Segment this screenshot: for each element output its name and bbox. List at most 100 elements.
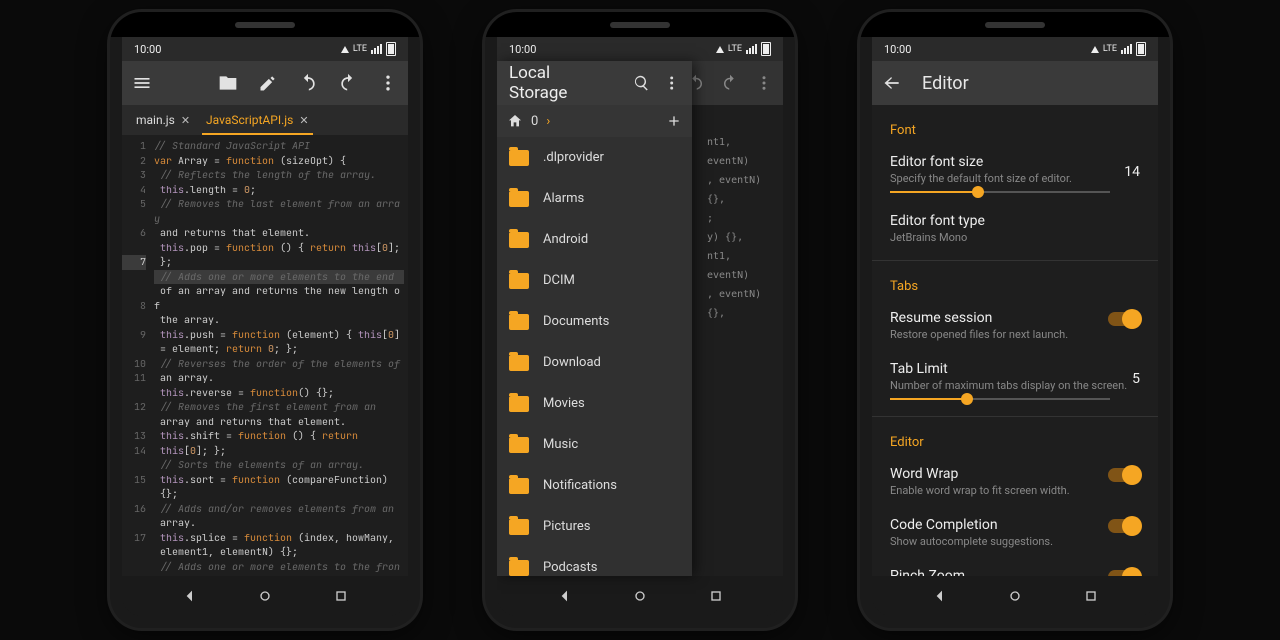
signal-icon bbox=[371, 44, 382, 54]
folder-list: .dlprovider Alarms Android DCIM Documents Dow… bbox=[497, 137, 692, 576]
close-icon[interactable]: ✕ bbox=[181, 114, 190, 127]
folder-item[interactable]: Alarms bbox=[497, 178, 692, 219]
back-icon[interactable] bbox=[182, 588, 198, 604]
tab-limit-slider[interactable] bbox=[890, 398, 1110, 400]
folder-name: Podcasts bbox=[543, 560, 597, 575]
folder-icon bbox=[509, 396, 529, 412]
setting-pinch-zoom[interactable]: Pinch Zoom bbox=[872, 558, 1158, 576]
file-drawer: Local Storage 0 › .dlprovider Alarms Andro… bbox=[497, 61, 692, 576]
folder-name: .dlprovider bbox=[543, 150, 604, 165]
folder-name: Movies bbox=[543, 396, 585, 411]
undo-icon[interactable] bbox=[298, 73, 318, 93]
settings-toolbar: Editor bbox=[872, 61, 1158, 105]
wifi-icon bbox=[341, 46, 349, 53]
setting-code-completion[interactable]: Code Completion Show autocomplete sugges… bbox=[872, 507, 1158, 558]
android-navbar bbox=[497, 576, 783, 616]
folder-item[interactable]: Movies bbox=[497, 383, 692, 424]
more-icon[interactable] bbox=[378, 73, 398, 93]
status-bar: 10:00 LTE bbox=[122, 37, 408, 61]
folder-icon bbox=[509, 478, 529, 494]
recent-icon[interactable] bbox=[333, 588, 349, 604]
menu-icon[interactable] bbox=[132, 73, 152, 93]
folder-item[interactable]: Music bbox=[497, 424, 692, 465]
home-icon[interactable] bbox=[257, 588, 273, 604]
folder-item[interactable]: DCIM bbox=[497, 260, 692, 301]
folder-name: Android bbox=[543, 232, 588, 247]
back-icon[interactable] bbox=[557, 588, 573, 604]
home-icon[interactable] bbox=[507, 113, 523, 129]
code-editor[interactable]: 12345678910111213141516171819202122 // S… bbox=[122, 135, 408, 576]
more-icon[interactable] bbox=[663, 74, 680, 92]
phone-editor: 10:00 LTE main.js bbox=[110, 12, 420, 628]
resume-toggle[interactable] bbox=[1108, 312, 1140, 326]
folder-name: Pictures bbox=[543, 519, 590, 534]
folder-name: Download bbox=[543, 355, 601, 370]
recent-icon[interactable] bbox=[1083, 588, 1099, 604]
status-bar: 10:00 LTE bbox=[497, 37, 783, 61]
tab-label: main.js bbox=[136, 113, 175, 127]
battery-icon bbox=[1136, 42, 1146, 56]
folder-item[interactable]: .dlprovider bbox=[497, 137, 692, 178]
folder-item[interactable]: Android bbox=[497, 219, 692, 260]
setting-resume-session[interactable]: Resume session Restore opened files for … bbox=[872, 300, 1158, 351]
recent-icon[interactable] bbox=[708, 588, 724, 604]
folder-name: Notifications bbox=[543, 478, 617, 493]
search-icon[interactable] bbox=[633, 74, 650, 92]
close-icon[interactable]: ✕ bbox=[299, 114, 308, 127]
drawer-title: Local Storage bbox=[509, 63, 609, 103]
status-time: 10:00 bbox=[134, 43, 161, 56]
folder-icon bbox=[509, 560, 529, 576]
folder-icon bbox=[509, 232, 529, 248]
home-icon[interactable] bbox=[1007, 588, 1023, 604]
folder-item[interactable]: Notifications bbox=[497, 465, 692, 506]
android-navbar bbox=[122, 576, 408, 616]
editor-toolbar bbox=[122, 61, 408, 105]
folder-item[interactable]: Download bbox=[497, 342, 692, 383]
edit-icon[interactable] bbox=[258, 73, 278, 93]
folder-icon bbox=[509, 437, 529, 453]
folder-icon bbox=[509, 191, 529, 207]
folder-icon[interactable] bbox=[218, 73, 238, 93]
section-tabs: Tabs bbox=[872, 267, 1158, 300]
page-title: Editor bbox=[922, 73, 969, 94]
code-completion-toggle[interactable] bbox=[1108, 519, 1140, 533]
setting-font-type[interactable]: Editor font type JetBrains Mono bbox=[872, 203, 1158, 254]
tab-main-js[interactable]: main.js ✕ bbox=[132, 113, 194, 127]
section-editor: Editor bbox=[872, 423, 1158, 456]
status-bar: 10:00 LTE bbox=[872, 37, 1158, 61]
wifi-icon bbox=[716, 46, 724, 53]
breadcrumb-item[interactable]: 0 bbox=[531, 114, 538, 129]
pinch-zoom-toggle[interactable] bbox=[1108, 570, 1140, 576]
setting-word-wrap[interactable]: Word Wrap Enable word wrap to fit screen… bbox=[872, 456, 1158, 507]
folder-name: DCIM bbox=[543, 273, 575, 288]
breadcrumb: 0 › bbox=[497, 105, 692, 137]
add-icon[interactable] bbox=[666, 113, 682, 129]
signal-icon bbox=[1121, 44, 1132, 54]
android-navbar bbox=[872, 576, 1158, 616]
folder-item[interactable]: Podcasts bbox=[497, 547, 692, 576]
folder-icon bbox=[509, 519, 529, 535]
setting-font-size[interactable]: Editor font size Specify the default fon… bbox=[872, 144, 1158, 203]
back-arrow-icon[interactable] bbox=[882, 73, 902, 93]
battery-icon bbox=[386, 42, 396, 56]
folder-icon bbox=[509, 314, 529, 330]
redo-icon[interactable] bbox=[338, 73, 358, 93]
battery-icon bbox=[761, 42, 771, 56]
home-icon[interactable] bbox=[632, 588, 648, 604]
status-time: 10:00 bbox=[884, 43, 911, 56]
word-wrap-toggle[interactable] bbox=[1108, 468, 1140, 482]
folder-name: Documents bbox=[543, 314, 609, 329]
settings-list[interactable]: Font Editor font size Specify the defaul… bbox=[872, 105, 1158, 576]
chevron-right-icon: › bbox=[546, 114, 550, 129]
tab-limit-value: 5 bbox=[1132, 371, 1140, 387]
back-icon[interactable] bbox=[932, 588, 948, 604]
signal-icon bbox=[746, 44, 757, 54]
tab-javascriptapi-js[interactable]: JavaScriptAPI.js ✕ bbox=[202, 105, 312, 135]
setting-tab-limit[interactable]: Tab Limit Number of maximum tabs display… bbox=[872, 351, 1158, 410]
folder-item[interactable]: Documents bbox=[497, 301, 692, 342]
network-label: LTE bbox=[353, 44, 367, 54]
section-font: Font bbox=[872, 111, 1158, 144]
folder-item[interactable]: Pictures bbox=[497, 506, 692, 547]
font-size-slider[interactable] bbox=[890, 191, 1110, 193]
network-label: LTE bbox=[728, 44, 742, 54]
